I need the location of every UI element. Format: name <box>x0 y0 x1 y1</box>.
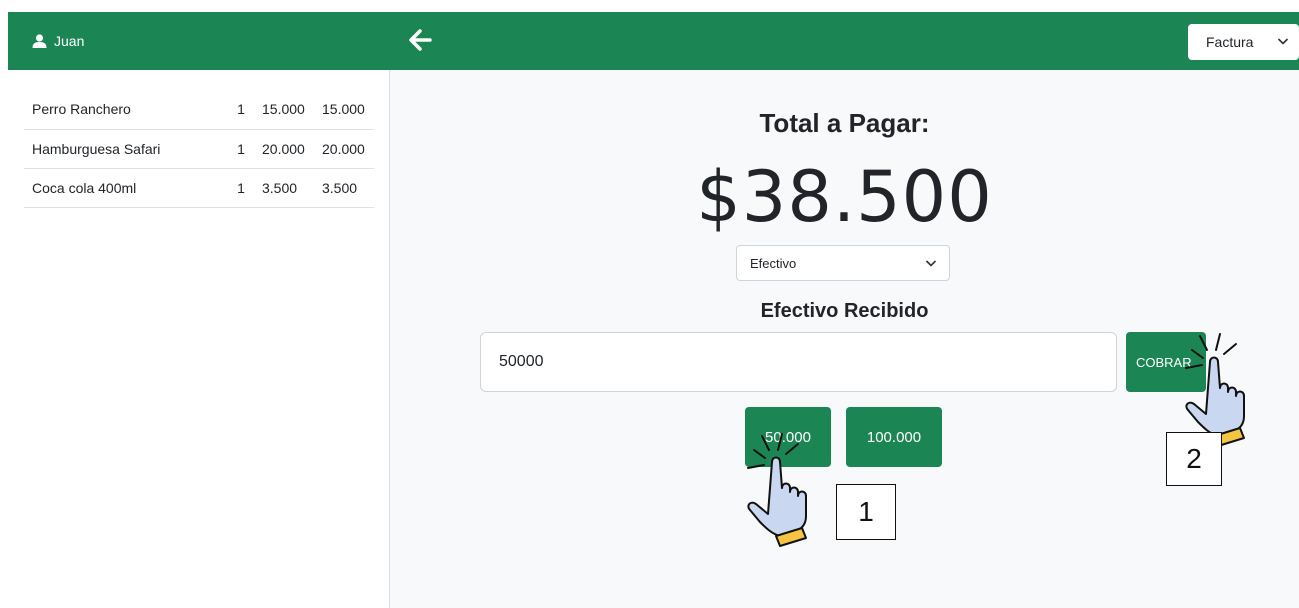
user-name: Juan <box>54 33 85 49</box>
cash-received-label: Efectivo Recibido <box>760 300 929 322</box>
payment-method-select[interactable]: Efectivo <box>736 245 950 281</box>
order-items-table: Perro Ranchero 1 15.000 15.000 Hamburgue… <box>24 90 374 208</box>
document-type-value: Factura <box>1206 34 1254 50</box>
item-qty: 1 <box>228 129 254 169</box>
payment-method-value: Efectivo <box>750 255 797 271</box>
item-name: Perro Ranchero <box>24 90 228 130</box>
payment-header: Factura <box>390 12 1299 70</box>
quick-amount-100000-button[interactable]: 100.000 <box>846 407 942 467</box>
step-marker-2: 2 <box>1166 432 1222 486</box>
item-total: 3.500 <box>314 168 374 208</box>
item-price: 3.500 <box>254 168 314 208</box>
item-price: 20.000 <box>254 129 314 169</box>
order-panel: Juan Perro Ranchero 1 15.000 15.000 Hamb… <box>8 12 390 608</box>
app-frame: Juan Perro Ranchero 1 15.000 15.000 Hamb… <box>8 12 1299 608</box>
cash-received-input[interactable]: 50000 <box>480 332 1117 392</box>
total-title: Total a Pagar: <box>759 108 930 138</box>
quick-amount-label: 100.000 <box>866 428 922 446</box>
pointer-hand-icon <box>747 433 807 547</box>
user-icon <box>32 34 47 48</box>
chevron-down-icon <box>925 260 937 267</box>
cash-received-value: 50000 <box>499 353 544 370</box>
item-total: 15.000 <box>314 90 374 130</box>
payment-panel: Factura Total a Pagar: $38.500 Efectivo … <box>390 12 1299 608</box>
back-button[interactable] <box>404 26 436 54</box>
arrow-left-icon <box>409 29 432 51</box>
item-name: Coca cola 400ml <box>24 168 228 208</box>
table-row[interactable]: Coca cola 400ml 1 3.500 3.500 <box>24 168 374 208</box>
chevron-down-icon <box>1277 38 1289 45</box>
total-amount: $38.500 <box>696 156 993 238</box>
item-name: Hamburguesa Safari <box>24 129 228 169</box>
user-header: Juan <box>8 12 390 70</box>
item-qty: 1 <box>228 90 254 130</box>
table-row[interactable]: Hamburguesa Safari 1 20.000 20.000 <box>24 129 374 169</box>
item-total: 20.000 <box>314 129 374 169</box>
step-marker-1: 1 <box>836 484 896 540</box>
table-row[interactable]: Perro Ranchero 1 15.000 15.000 <box>24 90 374 130</box>
document-type-select[interactable]: Factura <box>1188 24 1299 60</box>
item-price: 15.000 <box>254 90 314 130</box>
item-qty: 1 <box>228 168 254 208</box>
